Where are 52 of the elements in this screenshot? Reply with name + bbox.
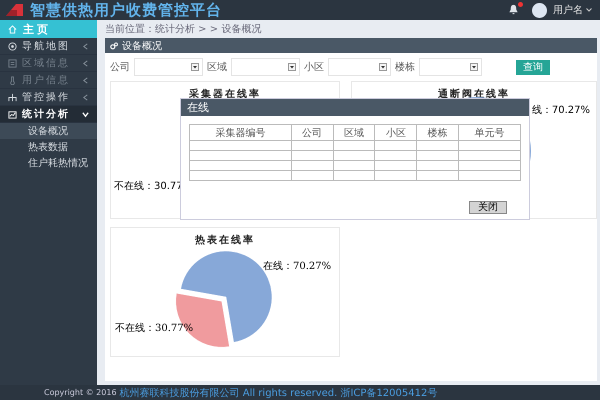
dropdown-arrow-icon (191, 63, 199, 71)
chart-title: 热表在线率 (194, 233, 256, 247)
chevron-left-icon (82, 76, 89, 84)
filter-label: 区域 (207, 60, 227, 74)
data-label: 不在线：30.77% (115, 323, 194, 334)
caret-icon (586, 8, 592, 12)
dropdown-field[interactable] (419, 58, 482, 76)
column-header: 公司 (291, 124, 334, 140)
chevron-left-icon (82, 60, 89, 66)
dropdown-arrow-icon (288, 63, 296, 71)
app-title: 智慧供热用户收费管控平台 (30, 0, 222, 20)
breadcrumb: 当前位置：统计分析 > > 设备概况 (105, 22, 262, 37)
chevron-down-icon (82, 110, 89, 118)
bell-icon (508, 4, 519, 15)
dropdown-field[interactable] (328, 58, 391, 76)
home-icon (8, 24, 17, 34)
close-button[interactable]: 关闭 (469, 201, 507, 214)
avatar-icon[interactable] (532, 2, 547, 18)
data-label: 在线：70.27% (263, 261, 332, 272)
compass-icon (8, 42, 17, 50)
chart-icon (8, 110, 17, 118)
chart-title: 通断阀在线率 (437, 87, 511, 101)
copyright-text: Copyright © 2016 (44, 388, 117, 397)
dropdown-field[interactable] (134, 58, 203, 76)
dropdown-arrow-icon (470, 63, 478, 71)
sidebar-menu-item[interactable]: 统计分析 (0, 106, 97, 123)
chevron-left-icon (82, 42, 89, 50)
column-header: 单元号 (458, 124, 520, 140)
hierarchy-icon (8, 92, 17, 102)
grid-icon (8, 58, 17, 68)
column-header: 楼栋 (416, 124, 459, 140)
panel-title: 设备概况 (122, 40, 162, 52)
dropdown-field[interactable] (231, 58, 300, 76)
submenu-item[interactable]: 设备概况 (0, 123, 97, 139)
column-header: 小区 (374, 124, 417, 140)
chevron-left-icon (82, 94, 89, 100)
dialog-title: 在线 (181, 99, 529, 116)
data-label: 线：70.27% (532, 104, 590, 117)
sidebar-menu-item[interactable]: 导航地图 (0, 38, 97, 55)
gears-icon (110, 42, 118, 50)
company-link[interactable]: 杭州赛联科技股份有限公司 All rights reserved. 浙ICP备12005412号 (120, 386, 438, 400)
user-menu[interactable]: 用户名 (553, 3, 592, 17)
notification-button[interactable] (508, 4, 520, 16)
filter-label: 小区 (304, 60, 324, 74)
dropdown-arrow-icon (379, 63, 387, 71)
column-header: 采集器编号 (190, 124, 292, 140)
chart-title: 采集器在线率 (188, 87, 262, 101)
filter-label: 楼栋 (395, 60, 415, 74)
logo-icon (4, 2, 24, 18)
thermometer-icon (8, 76, 17, 84)
column-header: 区域 (333, 124, 375, 140)
filter-label: 公司 (110, 61, 130, 74)
